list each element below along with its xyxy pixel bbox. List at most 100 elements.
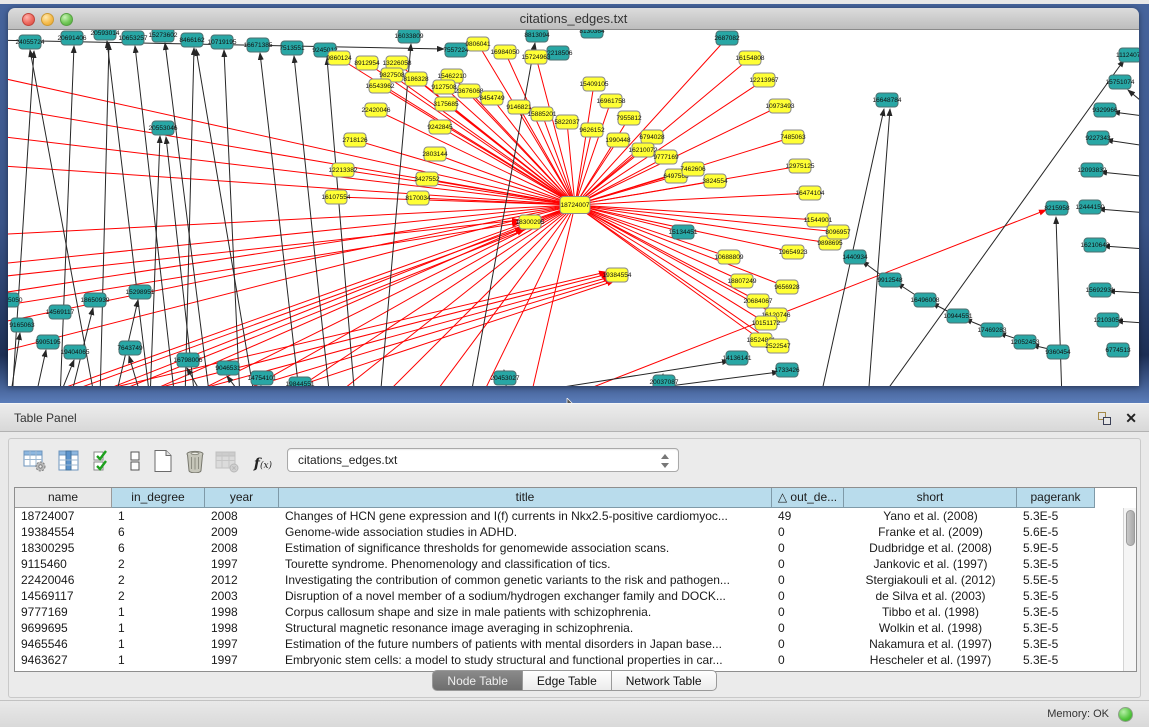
graph-node[interactable]: 9127508 (431, 80, 457, 94)
graph-node[interactable]: 8215958 (1044, 201, 1070, 215)
graph-edge[interactable] (8, 205, 575, 295)
graph-node[interactable]: 20453027 (491, 371, 520, 385)
graph-node[interactable]: 19844551 (286, 377, 315, 386)
graph-node[interactable]: 12975125 (786, 159, 815, 173)
graph-node[interactable]: 11124073 (1116, 48, 1139, 62)
graph-node[interactable]: 9165063 (9, 318, 35, 332)
tab-edge-table[interactable]: Edge Table (522, 670, 611, 691)
graph-node[interactable]: 7513551 (279, 41, 305, 55)
graph-node[interactable]: 9656928 (774, 280, 800, 294)
graph-node[interactable]: 16154808 (736, 51, 765, 65)
graph-node[interactable]: 20684067 (744, 294, 773, 308)
column-header-name[interactable]: name (15, 488, 112, 508)
graph-node[interactable]: 10653257 (119, 31, 148, 45)
graph-node[interactable]: 12213382 (329, 163, 358, 177)
graph-node[interactable]: 9242845 (427, 120, 453, 134)
graph-node[interactable]: 9806041 (465, 37, 491, 51)
graph-node[interactable]: 9227343 (1085, 131, 1111, 145)
graph-node[interactable]: 2718126 (342, 133, 368, 147)
graph-edge[interactable] (96, 230, 524, 386)
graph-node[interactable]: 15724963 (522, 50, 551, 64)
graph-node[interactable]: 16033809 (395, 30, 424, 43)
graph-edge[interactable] (185, 48, 194, 386)
table-row[interactable]: 969969511998Structural magnetic resonanc… (15, 620, 1124, 636)
graph-node[interactable]: 15134451 (669, 225, 698, 239)
graph-node[interactable]: 14569117 (46, 305, 75, 319)
graph-node[interactable]: 12444150 (1076, 200, 1105, 214)
graph-node[interactable]: 8096957 (825, 225, 851, 239)
graph-edge[interactable] (180, 205, 575, 386)
graph-node[interactable]: 20691406 (58, 31, 87, 45)
graph-node[interactable]: 9046531 (215, 361, 241, 375)
graph-node[interactable]: 9912548 (877, 273, 903, 287)
graph-edge[interactable] (530, 205, 575, 386)
column-header-out_de[interactable]: △ out_de... (772, 488, 844, 508)
graph-node[interactable]: 3175685 (433, 97, 459, 111)
graph-edge[interactable] (135, 46, 175, 386)
table-selector-dropdown[interactable]: citations_edges.txt (287, 448, 679, 472)
graph-edge[interactable] (376, 110, 575, 205)
merge-rows-button[interactable] (121, 447, 149, 475)
graph-node[interactable]: 10944551 (944, 309, 973, 323)
graph-node[interactable]: 6774513 (1105, 343, 1131, 357)
graph-node[interactable]: 2522547 (765, 339, 791, 353)
table-row[interactable]: 1872400712008Changes of HCN gene express… (15, 508, 1124, 524)
graph-node[interactable]: 10973493 (766, 99, 795, 113)
graph-edge[interactable] (868, 109, 890, 386)
column-header-in_degree[interactable]: in_degree (112, 488, 205, 508)
graph-node[interactable]: 2687082 (714, 31, 740, 45)
table-row[interactable]: 1830029562008Estimation of significance … (15, 540, 1124, 556)
graph-node[interactable]: 16496008 (911, 293, 940, 307)
network-graph[interactable]: 2405572420691406205930141065325715273602… (8, 30, 1139, 386)
graph-node[interactable]: 5822037 (554, 115, 580, 129)
graph-node[interactable]: 1990448 (605, 133, 631, 147)
graph-edge[interactable] (330, 205, 575, 386)
graph-node[interactable]: 15885201 (528, 107, 557, 121)
graph-node[interactable]: 12213967 (750, 73, 779, 87)
graph-edge[interactable] (380, 86, 575, 205)
graph-node[interactable]: 8813094 (524, 30, 550, 42)
column-header-year[interactable]: year (205, 488, 279, 508)
network-view-window[interactable]: citations_edges.txt 24055724206914062059… (8, 8, 1139, 386)
graph-node[interactable]: 19404065 (61, 345, 90, 359)
graph-node[interactable]: 14754101 (248, 371, 277, 385)
graph-node[interactable]: 16474104 (796, 186, 825, 200)
select-columns-button[interactable] (55, 447, 83, 475)
graph-edge[interactable] (1056, 217, 1062, 386)
graph-node[interactable]: 20037087 (650, 375, 679, 386)
row-selection-button[interactable] (89, 447, 117, 475)
graph-node[interactable]: 9626152 (579, 123, 605, 137)
graph-node[interactable]: 16543962 (366, 79, 395, 93)
graph-node[interactable]: 15692931 (1086, 283, 1115, 297)
graph-edge[interactable] (256, 281, 614, 386)
graph-node[interactable]: 18650939 (81, 293, 110, 307)
graph-node[interactable]: 20593014 (91, 30, 120, 40)
graph-node[interactable]: 22420046 (362, 103, 391, 117)
graph-node[interactable]: 15409105 (580, 77, 609, 91)
graph-node[interactable]: 10151172 (752, 316, 781, 330)
graph-node[interactable]: 15751074 (1106, 75, 1135, 89)
graph-node[interactable]: 16961758 (597, 94, 626, 108)
graph-node[interactable]: 17469283 (978, 323, 1007, 337)
graph-node[interactable]: 15298951 (126, 285, 155, 299)
graph-node[interactable]: 9860124 (326, 51, 352, 65)
graph-edge[interactable] (12, 51, 34, 386)
graph-edge[interactable] (107, 41, 150, 386)
graph-node[interactable]: 16984050 (491, 45, 520, 59)
graph-edge[interactable] (100, 43, 109, 386)
graph-node[interactable]: 18724007 (560, 197, 590, 214)
graph-node[interactable]: 7462606 (680, 162, 706, 176)
graph-edge[interactable] (430, 205, 575, 386)
graph-node[interactable]: 9329966 (1092, 103, 1118, 117)
graph-node[interactable]: 6794028 (639, 130, 665, 144)
graph-node[interactable]: 14136141 (723, 351, 752, 365)
close-panel-icon[interactable]: ✕ (1125, 409, 1137, 427)
graph-edge[interactable] (35, 350, 46, 386)
graph-node[interactable]: 8912954 (354, 56, 380, 70)
graph-node[interactable]: 8130364 (579, 30, 605, 38)
import-table-button[interactable] (213, 447, 241, 475)
graph-node[interactable]: 18807249 (728, 274, 757, 288)
network-canvas[interactable]: 2405572420691406205930141065325715273602… (8, 30, 1139, 386)
graph-node[interactable]: 19384554 (603, 268, 632, 282)
graph-node[interactable]: 11544901 (804, 213, 833, 227)
